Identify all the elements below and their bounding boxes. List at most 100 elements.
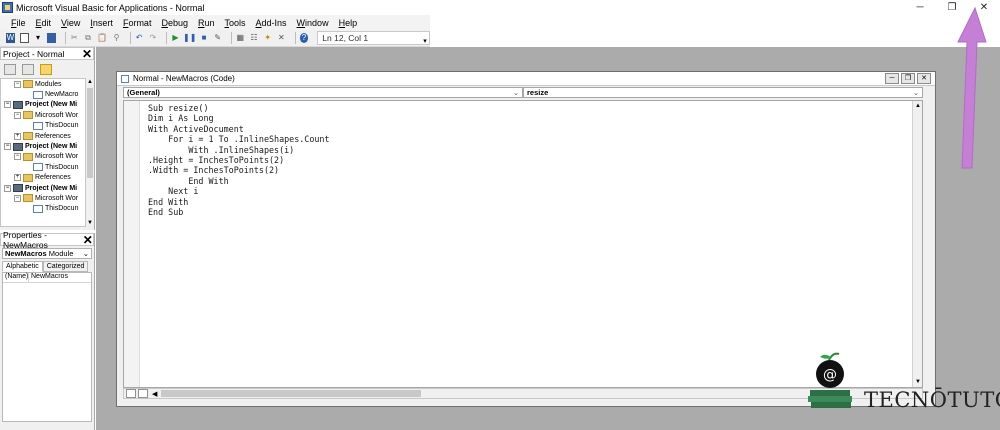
collapse-icon[interactable]: − (4, 184, 11, 192)
close-button[interactable]: ✕ (968, 0, 1000, 15)
tree-item[interactable]: ThisDocun (1, 204, 85, 214)
tab-categorized[interactable]: Categorized (42, 261, 89, 272)
view-code-icon[interactable] (4, 63, 16, 75)
project-tree-scrollbar[interactable]: ▲ ▼ (86, 78, 94, 227)
code-line[interactable]: .Height = InchesToPoints(2) (148, 155, 330, 165)
code-editor[interactable]: Sub resize() Dim i As Long With ActiveDocu… (123, 100, 923, 388)
code-line[interactable]: .Width = InchesToPoints(2) (148, 165, 330, 175)
code-window-restore-button[interactable]: ❐ (901, 73, 915, 84)
toggle-folders-icon[interactable] (40, 63, 52, 75)
tree-item[interactable]: − Microsoft Wor (1, 110, 85, 120)
toolbar-options-icon[interactable]: ▾ (422, 33, 428, 45)
full-module-view-button[interactable] (138, 389, 148, 398)
tree-item[interactable]: − Microsoft Wor (1, 152, 85, 162)
collapse-icon[interactable]: − (14, 111, 21, 119)
design-mode-icon[interactable]: ✎ (213, 33, 222, 43)
code-line[interactable]: Next i (148, 186, 330, 196)
scroll-up-icon[interactable]: ▲ (913, 101, 923, 111)
tree-item[interactable]: − Project (New Mi (1, 183, 85, 193)
code-line[interactable]: With ActiveDocument (148, 124, 330, 134)
find-icon[interactable]: ⚲ (112, 33, 121, 43)
minimize-button[interactable]: ─ (904, 0, 936, 15)
dropdown-arrow-icon[interactable]: ▾ (34, 33, 43, 43)
properties-window-icon[interactable]: ☷ (250, 33, 259, 43)
scroll-down-icon[interactable]: ▼ (86, 219, 94, 227)
scroll-thumb[interactable] (87, 88, 93, 178)
cut-icon[interactable]: ✂ (70, 33, 79, 43)
tree-item[interactable]: − Modules (1, 79, 85, 89)
expand-icon[interactable]: + (14, 132, 21, 140)
scroll-thumb[interactable] (161, 390, 422, 397)
code-window-title: Normal - NewMacros (Code) (133, 74, 235, 83)
watermark-text: TECNŌTUTO (864, 388, 1000, 412)
tree-item[interactable]: − Microsoft Wor (1, 193, 85, 203)
view-object-icon[interactable] (22, 63, 34, 75)
menu-add-ins[interactable]: Add-Ins (251, 18, 292, 28)
tree-item[interactable]: − Project (New Mi (1, 141, 85, 151)
properties-object-select[interactable]: NewMacros Module ⌄ (2, 248, 92, 259)
toolbox-icon[interactable]: ✕ (277, 33, 286, 43)
help-icon[interactable]: ? (299, 33, 309, 43)
menu-tools[interactable]: Tools (220, 18, 251, 28)
code-line[interactable]: For i = 1 To .InlineShapes.Count (148, 134, 329, 144)
reset-icon[interactable]: ■ (200, 33, 209, 43)
object-browser-icon[interactable]: ✦ (263, 33, 272, 43)
object-combo[interactable]: (General) ⌄ (123, 87, 523, 98)
code-vertical-scrollbar[interactable]: ▲ ▼ (912, 101, 922, 387)
insert-module-icon[interactable] (19, 33, 29, 43)
menu-window[interactable]: Window (292, 18, 334, 28)
paste-icon[interactable]: 📋 (97, 33, 107, 43)
toolbar-separator (231, 32, 232, 44)
code-window-minimize-button[interactable]: ─ (885, 73, 899, 84)
code-line[interactable]: End With (148, 176, 330, 186)
menu-edit[interactable]: Edit (31, 18, 57, 28)
project-explorer-close-icon[interactable]: ✕ (81, 47, 93, 61)
menu-file[interactable]: File (6, 18, 31, 28)
code-line[interactable]: End With (148, 197, 330, 207)
expand-icon[interactable]: + (14, 174, 21, 182)
menu-view[interactable]: View (56, 18, 85, 28)
tree-item[interactable]: + References (1, 131, 85, 141)
properties-close-icon[interactable]: ✕ (83, 233, 93, 247)
code-margin[interactable] (124, 101, 140, 387)
tab-alphabetic[interactable]: Alphabetic (2, 261, 43, 272)
code-lines[interactable]: Sub resize() Dim i As Long With ActiveDocu… (148, 103, 330, 217)
property-row[interactable]: (Name) NewMacros (3, 273, 91, 283)
scroll-up-icon[interactable]: ▲ (86, 78, 94, 86)
view-word-icon[interactable]: W (6, 33, 15, 43)
procedure-view-button[interactable] (126, 389, 136, 398)
scroll-left-icon[interactable]: ◀ (152, 390, 157, 398)
tree-item[interactable]: ThisDocun (1, 162, 85, 172)
run-icon[interactable]: ▶ (171, 33, 180, 43)
redo-icon[interactable]: ↷ (148, 33, 157, 43)
menu-help[interactable]: Help (334, 18, 363, 28)
code-line[interactable]: Sub resize() (148, 103, 330, 113)
menu-format[interactable]: Format (118, 18, 157, 28)
collapse-icon[interactable]: − (14, 80, 21, 88)
collapse-icon[interactable]: − (4, 101, 11, 109)
code-line[interactable]: With .InlineShapes(i) (148, 145, 330, 155)
collapse-icon[interactable]: − (14, 153, 21, 161)
code-line[interactable]: Dim i As Long (148, 113, 330, 123)
menu-insert[interactable]: Insert (85, 18, 118, 28)
tree-item[interactable]: + References (1, 173, 85, 183)
tree-item[interactable]: ThisDocun (1, 121, 85, 131)
restore-button[interactable]: ❐ (936, 0, 968, 15)
project-explorer-icon[interactable]: ▦ (236, 33, 245, 43)
collapse-icon[interactable]: − (4, 143, 11, 151)
break-icon[interactable]: ❚❚ (183, 33, 196, 43)
undo-icon[interactable]: ↶ (135, 33, 144, 43)
project-icon (13, 184, 23, 193)
tree-item[interactable]: NewMacro (1, 89, 85, 99)
collapse-icon[interactable]: − (14, 194, 21, 202)
property-value[interactable]: NewMacros (29, 273, 68, 282)
procedure-combo[interactable]: resize ⌄ (523, 87, 923, 98)
menu-debug[interactable]: Debug (156, 18, 193, 28)
project-explorer-header: Project - Normal ✕ (0, 47, 94, 61)
code-window-close-button[interactable]: ✕ (917, 73, 931, 84)
copy-icon[interactable]: ⧉ (84, 33, 93, 43)
menu-run[interactable]: Run (193, 18, 220, 28)
tree-item[interactable]: − Project (New Mi (1, 100, 85, 110)
save-icon[interactable] (47, 33, 57, 43)
code-line[interactable]: End Sub (148, 207, 330, 217)
